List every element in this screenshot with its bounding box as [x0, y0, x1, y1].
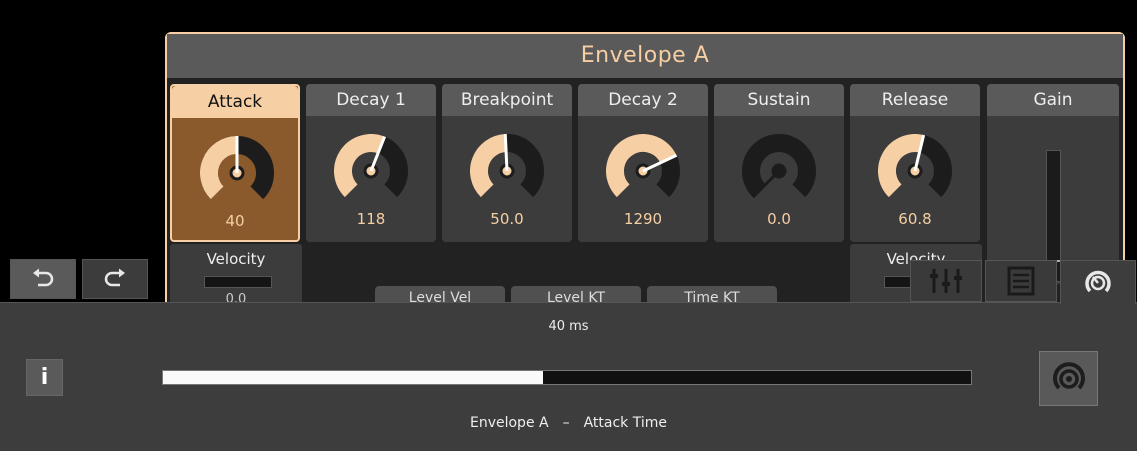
parameter-separator: –	[562, 415, 570, 431]
attack-value: 40	[225, 212, 245, 230]
parameter-name: Envelope A – Attack Time	[0, 415, 1137, 431]
undo-icon	[33, 268, 54, 287]
tab-mixer[interactable]	[910, 260, 982, 302]
info-button[interactable]: i	[26, 359, 63, 396]
velocity-left-bar[interactable]	[204, 276, 272, 288]
gain-strip: Gain	[987, 84, 1119, 284]
decay2-knob-cell[interactable]: Decay 2 1290	[578, 84, 708, 242]
decay1-knob[interactable]	[334, 134, 408, 208]
sustain-label: Sustain	[714, 84, 844, 116]
attack-knob-cell[interactable]: Attack 40	[170, 84, 300, 242]
parameter-bar: 40 ms i Envelope A – Attack Time	[0, 302, 1137, 451]
breakpoint-knob-cell[interactable]: Breakpoint 50.0	[442, 84, 572, 242]
attack-knob[interactable]	[200, 136, 274, 210]
sustain-knob-cell[interactable]: Sustain 0.0	[714, 84, 844, 242]
breakpoint-knob[interactable]	[470, 134, 544, 208]
release-value: 60.8	[898, 210, 932, 228]
decay1-knob-cell[interactable]: Decay 1 118	[306, 84, 436, 242]
value-readout: 40 ms	[548, 319, 589, 334]
redo-button[interactable]	[82, 259, 148, 299]
breakpoint-value: 50.0	[490, 210, 524, 228]
sustain-value: 0.0	[767, 210, 791, 228]
knob-icon	[1085, 270, 1111, 292]
decay2-knob[interactable]	[606, 134, 680, 208]
sustain-knob[interactable]	[742, 134, 816, 208]
value-slider-fill	[163, 371, 543, 384]
tab-knob[interactable]	[1060, 260, 1136, 304]
decay2-value: 1290	[623, 210, 663, 228]
parameter-label: Attack Time	[583, 415, 667, 431]
velocity-left-label: Velocity	[206, 250, 266, 268]
gain-label: Gain	[987, 84, 1119, 116]
undo-button[interactable]	[10, 259, 76, 299]
decay1-value: 118	[356, 210, 386, 228]
breakpoint-label: Breakpoint	[442, 84, 572, 116]
release-label: Release	[850, 84, 980, 116]
release-knob-cell[interactable]: Release 60.8	[850, 84, 980, 242]
value-slider[interactable]	[162, 370, 972, 385]
attack-label: Attack	[172, 86, 298, 118]
mixer-icon	[930, 269, 962, 293]
panel-title: Envelope A	[167, 34, 1123, 78]
redo-icon	[104, 268, 125, 287]
decay1-label: Decay 1	[306, 84, 436, 116]
release-knob[interactable]	[878, 134, 952, 208]
control-mode-button[interactable]	[1039, 351, 1098, 406]
decay2-label: Decay 2	[578, 84, 708, 116]
arc-knob-icon	[1052, 361, 1085, 389]
list-icon	[1007, 266, 1035, 296]
parameter-device: Envelope A	[469, 415, 549, 431]
tab-list[interactable]	[985, 260, 1057, 302]
